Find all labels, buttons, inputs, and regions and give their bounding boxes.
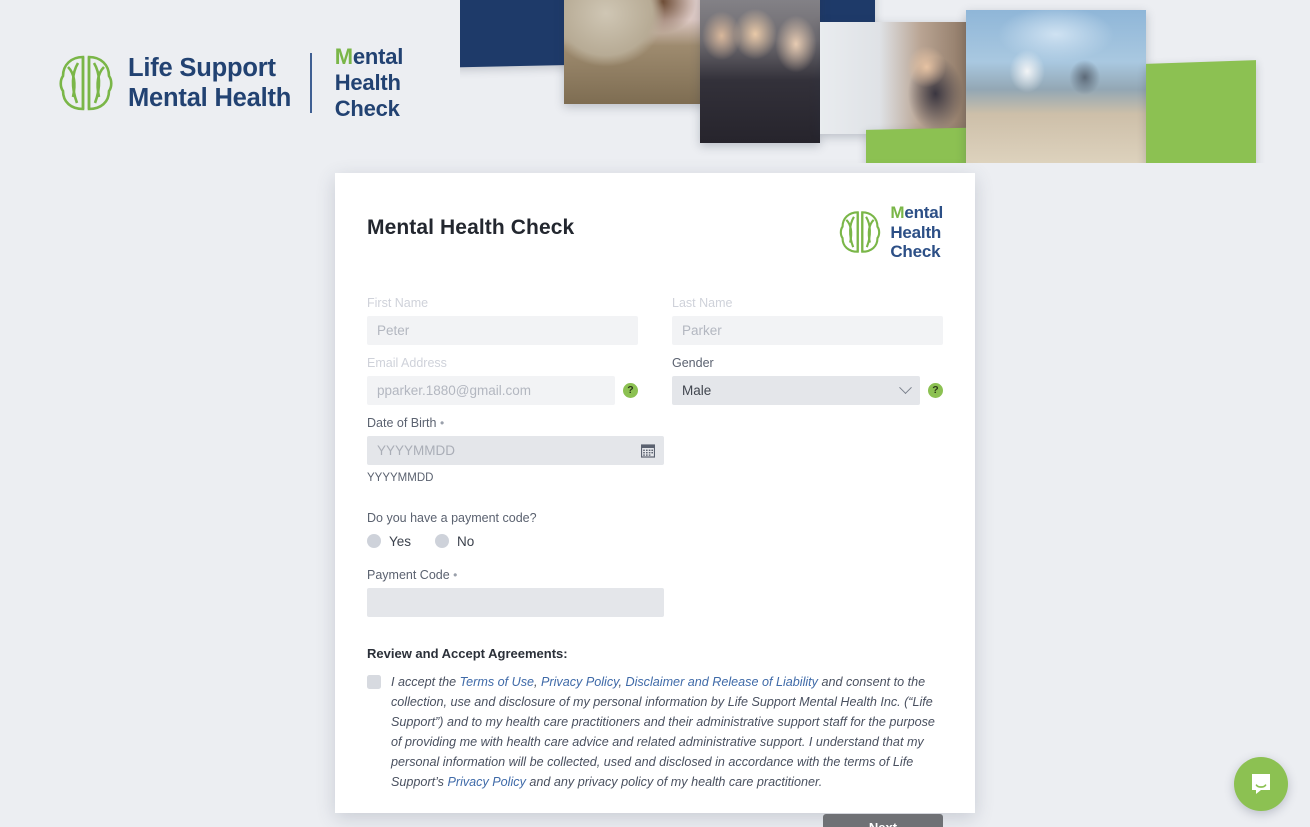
card-header: Mental Health Check Mental Health Check [367, 203, 943, 262]
card-footer: Next [367, 813, 943, 827]
logo-primary-line1: Life Support [128, 54, 276, 82]
radio-yes-icon [367, 534, 381, 548]
payment-code-label: Payment Code • [367, 568, 664, 583]
brain-icon [59, 55, 113, 111]
card-logo-line1: ental [904, 203, 943, 222]
chevron-down-icon [899, 380, 912, 394]
green-accent-shape-right [1146, 60, 1256, 163]
next-button[interactable]: Next [823, 813, 943, 827]
site-logo[interactable]: Life Support Mental Health Mental Health… [57, 44, 403, 122]
payment-code-question: Do you have a payment code? Yes No [367, 511, 943, 549]
radio-yes-label: Yes [389, 533, 412, 549]
mental-health-check-form-card: Mental Health Check Mental Health Check … [335, 173, 975, 827]
name-row: First Name Peter Last Name Parker [367, 296, 943, 356]
radio-no-label: No [457, 533, 475, 549]
logo-divider [310, 53, 312, 113]
radio-no-icon [435, 534, 450, 548]
email-gender-row: Email Address pparker.1880@gmail.com ? G… [367, 356, 943, 416]
terms-of-use-link[interactable]: Terms of Use [460, 675, 534, 689]
logo-secondary: Mental Health Check [335, 44, 404, 122]
email-field: Email Address pparker.1880@gmail.com ? [367, 356, 638, 405]
first-name-field: First Name Peter [367, 296, 638, 345]
collage-photo-woman-whiteboard [820, 22, 968, 134]
first-name-input[interactable]: Peter [367, 315, 638, 345]
last-name-label: Last Name [672, 295, 733, 310]
card-logo: Mental Health Check [838, 203, 943, 262]
brain-icon [840, 211, 881, 254]
collage-photo-family-beach [966, 10, 1146, 163]
gender-label: Gender [672, 355, 714, 370]
required-marker: • [439, 415, 445, 430]
radio-option-no[interactable]: No [435, 534, 474, 549]
collage-photo-man-with-dog [564, 0, 704, 104]
payment-code-field: Payment Code • [367, 568, 664, 617]
last-name-input[interactable]: Parker [672, 315, 943, 345]
disclaimer-link[interactable]: Disclaimer and Release of Liability [625, 675, 818, 689]
payment-code-radio-group: Yes No [367, 534, 943, 549]
logo-secondary-line1: ental [352, 44, 404, 69]
logo-secondary-accent: M [334, 44, 353, 69]
payment-code-question-label: Do you have a payment code? [367, 510, 537, 525]
consent-sep1: , [534, 674, 542, 689]
calendar-icon[interactable] [641, 443, 655, 458]
logo-secondary-line3: Check [334, 96, 400, 121]
payment-code-row: Payment Code • [367, 568, 943, 628]
gender-select[interactable]: Male [672, 375, 920, 405]
site-header: Life Support Mental Health Mental Health… [0, 0, 1310, 163]
agreements-heading: Review and Accept Agreements: [367, 645, 568, 661]
chat-bubble-icon [1252, 774, 1270, 794]
gender-field: Gender Male ? [672, 356, 943, 405]
gender-help-icon[interactable]: ? [928, 382, 943, 398]
logo-secondary-line2: Health [334, 70, 401, 95]
email-label: Email Address [367, 355, 447, 370]
chat-launcher-button[interactable] [1234, 757, 1288, 811]
date-of-birth-label: Date of Birth • [367, 416, 664, 431]
dob-row: Date of Birth • YYYYMMDD YYYYMMDD [367, 416, 943, 495]
consent-row: I accept the Terms of Use, Privacy Polic… [367, 672, 943, 792]
accept-agreements-checkbox[interactable] [367, 674, 381, 689]
consent-part1: I accept the [391, 674, 460, 689]
logo-primary-line2: Mental Health [128, 84, 292, 112]
email-help-icon[interactable]: ? [623, 382, 638, 398]
page-title: Mental Health Check [367, 216, 575, 239]
consent-part3: and any privacy policy of my health care… [525, 774, 823, 789]
date-of-birth-label-text: Date of Birth [367, 415, 437, 430]
card-logo-line3: Check [890, 242, 941, 261]
email-input[interactable]: pparker.1880@gmail.com [367, 375, 615, 405]
last-name-field: Last Name Parker [672, 296, 943, 345]
card-logo-text: Mental Health Check [890, 203, 943, 262]
consent-text: I accept the Terms of Use, Privacy Polic… [391, 672, 943, 792]
collage-photo-friends-group [700, 0, 820, 143]
payment-code-label-text: Payment Code [367, 567, 450, 582]
privacy-policy-link[interactable]: Privacy Policy [541, 675, 618, 689]
page-root: Life Support Mental Health Mental Health… [0, 0, 1310, 827]
date-of-birth-hint: YYYYMMDD [367, 471, 434, 484]
gender-selected-value: Male [682, 382, 712, 398]
card-logo-line2: Health [890, 222, 942, 242]
privacy-policy-link-2[interactable]: Privacy Policy [447, 775, 525, 789]
first-name-label: First Name [367, 295, 429, 310]
date-of-birth-input[interactable]: YYYYMMDD [367, 435, 664, 465]
date-of-birth-field: Date of Birth • YYYYMMDD YYYYMMDD [367, 416, 664, 484]
consent-part2: and consent to the collection, use and d… [391, 674, 935, 789]
payment-code-input[interactable] [367, 587, 664, 617]
card-logo-accent: M [890, 203, 905, 222]
required-marker: • [453, 567, 458, 582]
radio-option-yes[interactable]: Yes [367, 534, 411, 549]
